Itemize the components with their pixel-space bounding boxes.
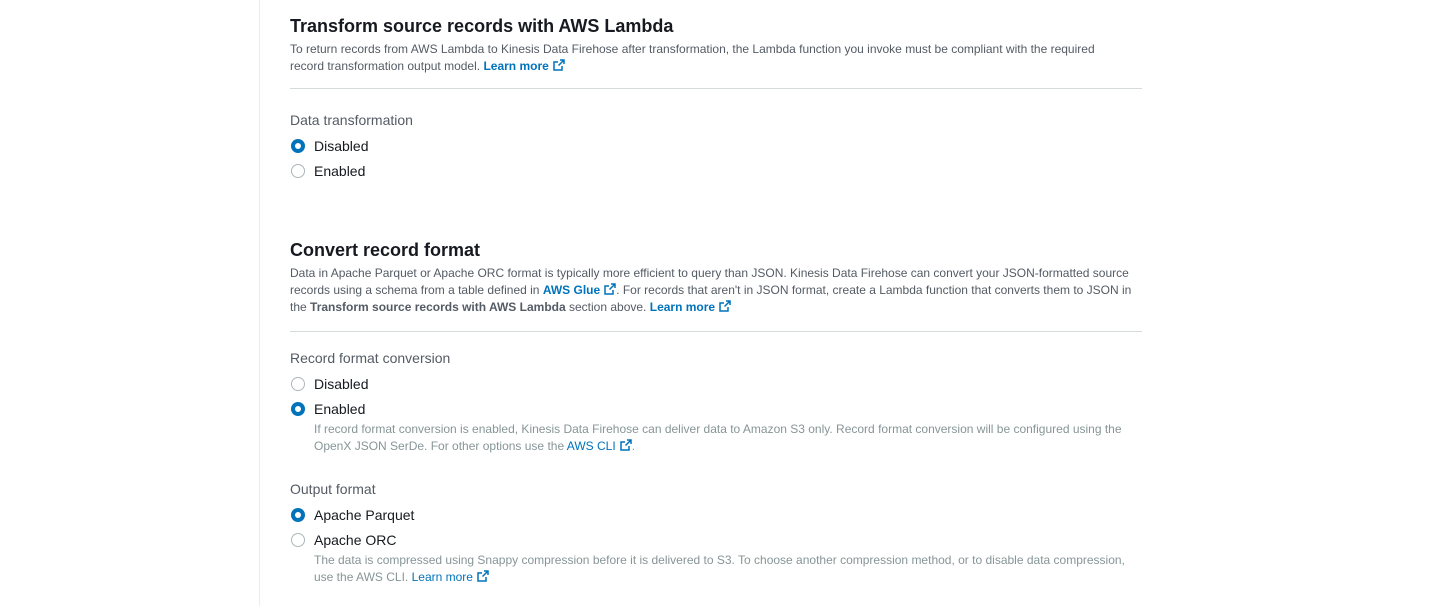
aws-cli-label: AWS CLI <box>566 439 616 453</box>
output-format-hint: The data is compressed using Snappy comp… <box>290 552 1142 586</box>
radio-label: Apache ORC <box>314 531 397 548</box>
record-format-enabled-radio[interactable]: Enabled <box>290 396 1142 421</box>
radio-label: Apache Parquet <box>314 506 415 523</box>
radio-unchecked-icon <box>291 163 305 178</box>
output-format-orc-radio[interactable]: Apache ORC <box>290 527 1142 552</box>
lambda-learn-more-link[interactable]: Learn more <box>483 59 565 73</box>
record-format-hint-text: . <box>631 439 636 453</box>
radio-label: Enabled <box>314 400 366 417</box>
lambda-learn-more-label: Learn more <box>483 59 549 73</box>
radio-label: Disabled <box>314 375 369 392</box>
aws-glue-link[interactable]: AWS Glue <box>543 283 616 297</box>
lambda-section-description: To return records from AWS Lambda to Kin… <box>290 41 1110 75</box>
convert-description-text: section above. <box>569 300 647 314</box>
external-link-icon <box>477 570 489 582</box>
external-link-icon <box>719 300 731 312</box>
record-format-hint-text: If record format conversion is enabled, … <box>314 422 1122 453</box>
radio-unchecked-icon <box>291 532 305 547</box>
data-transformation-label: Data transformation <box>290 112 413 128</box>
convert-learn-more-label: Learn more <box>649 300 716 314</box>
radio-label: Enabled <box>314 162 366 179</box>
lambda-description-text: To return records from AWS Lambda to Kin… <box>290 42 1095 73</box>
record-format-disabled-radio[interactable]: Disabled <box>290 371 1142 396</box>
output-format-learn-more-link[interactable]: Learn more <box>412 570 489 584</box>
section-divider <box>290 331 1142 332</box>
convert-section-title: Convert record format <box>290 240 481 260</box>
external-link-icon <box>553 59 565 71</box>
external-link-icon <box>604 283 616 295</box>
convert-section-description: Data in Apache Parquet or Apache ORC for… <box>290 265 1142 316</box>
main-content: Transform source records with AWS Lambda… <box>290 0 1142 586</box>
output-format-field: Output format Apache Parquet Apache ORC … <box>290 480 1142 586</box>
radio-unchecked-icon <box>291 376 305 391</box>
sidebar-divider <box>259 0 260 606</box>
section-divider <box>290 88 1142 89</box>
radio-checked-icon <box>291 507 305 522</box>
data-transformation-enabled-radio[interactable]: Enabled <box>290 158 1142 183</box>
aws-cli-link[interactable]: AWS CLI <box>567 439 632 453</box>
convert-learn-more-link[interactable]: Learn more <box>650 300 731 314</box>
external-link-icon <box>619 439 632 451</box>
record-format-conversion-field: Record format conversion Disabled Enable… <box>290 349 1142 455</box>
data-transformation-disabled-radio[interactable]: Disabled <box>290 133 1142 158</box>
radio-checked-icon <box>291 138 305 153</box>
aws-glue-label: AWS Glue <box>542 283 601 297</box>
output-format-label: Output format <box>290 481 376 497</box>
output-format-parquet-radio[interactable]: Apache Parquet <box>290 502 1142 527</box>
lambda-section-title: Transform source records with AWS Lambda <box>290 16 674 36</box>
record-format-hint: If record format conversion is enabled, … <box>290 421 1142 455</box>
output-format-learn-more-label: Learn more <box>411 570 473 584</box>
data-transformation-field: Data transformation Disabled Enabled <box>290 111 1142 183</box>
record-format-conversion-label: Record format conversion <box>290 350 451 366</box>
radio-label: Disabled <box>314 137 369 154</box>
radio-checked-icon <box>291 401 305 416</box>
convert-description-bold: Transform source records with AWS Lambda <box>310 300 566 314</box>
